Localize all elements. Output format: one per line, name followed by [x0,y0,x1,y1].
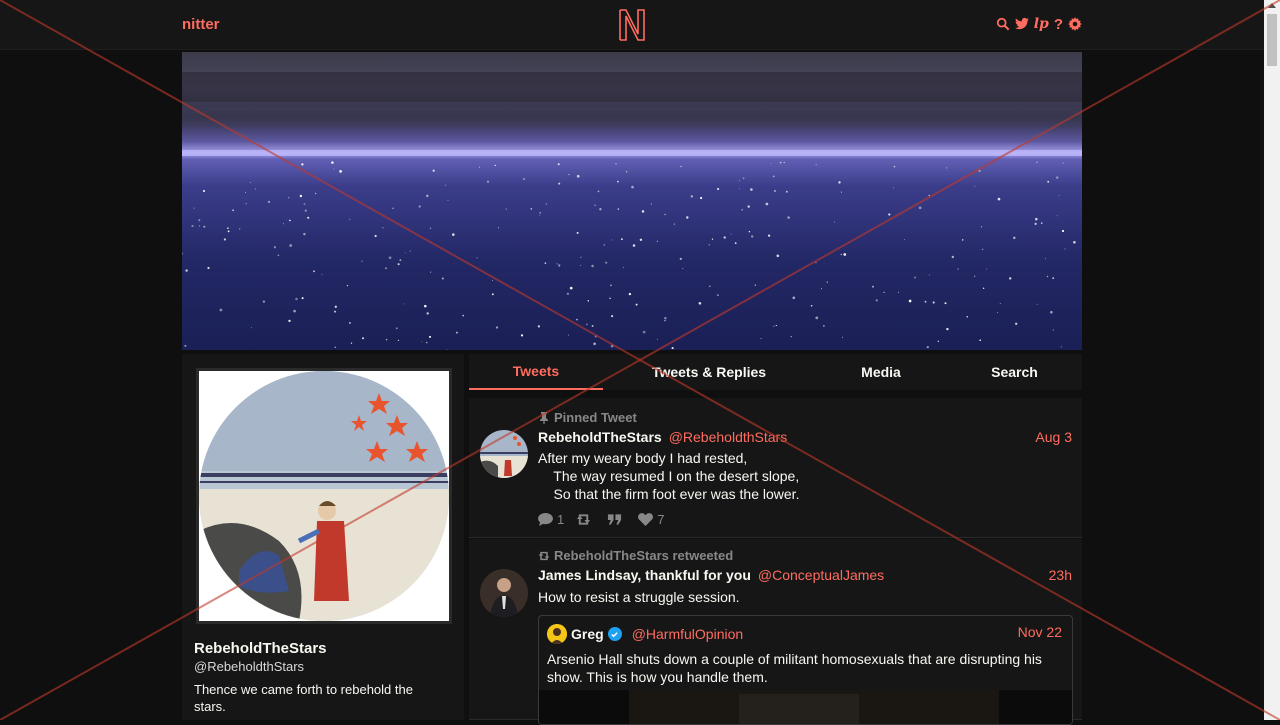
gear-icon[interactable] [1068,16,1082,32]
nitter-logo-icon[interactable] [617,8,647,42]
twitter-bird-icon[interactable] [1014,16,1029,32]
reply-count: 1 [557,512,565,527]
quote-fullname[interactable]: Greg [571,626,604,642]
starfield-image [182,72,1082,350]
timeline: Tweets Tweets & Replies Media Search Pin… [469,354,1082,725]
retweet-icon [577,514,591,525]
help-icon[interactable]: ? [1054,16,1063,33]
quoted-tweet[interactable]: Greg @HarmfulOpinion Nov 22 Arsenio Hall… [538,615,1073,725]
scrollbar[interactable] [1264,0,1280,720]
retweet-header: RebeholdTheStars retweeted [538,548,733,563]
retweet-icon [538,551,550,560]
pinned-tweet-text: Pinned Tweet [554,410,637,425]
tweet-date[interactable]: 23h [1049,567,1072,583]
tweet-header: James Lindsay, thankful for you @Concept… [538,567,884,583]
profile-card: RebeholdTheStars @RebeholdthStars Thence… [182,354,464,720]
quote-header: Greg @HarmfulOpinion [547,624,743,644]
nav-icons: lp ? [996,16,1082,33]
tweet-date[interactable]: Aug 3 [1035,429,1072,445]
reply-stat[interactable]: 1 [538,512,564,527]
tweet-header: RebeholdTheStars @RebeholdthStars [538,429,787,445]
retweet-stat[interactable] [576,513,595,526]
navbar: nitter lp ? [0,0,1264,50]
scrollbar-thumb[interactable] [1267,14,1277,66]
profile-avatar[interactable] [196,368,452,624]
like-stat[interactable]: 7 [638,512,664,527]
quote-content: Arsenio Hall shuts down a couple of mili… [547,651,1042,685]
profile-fullname[interactable]: RebeholdTheStars [194,640,327,657]
scroll-up-arrow-icon[interactable] [1268,3,1276,8]
quote-icon [608,514,622,525]
tweet-fullname[interactable]: RebeholdTheStars [538,429,662,445]
tweet-avatar[interactable] [480,430,528,478]
tweet-username[interactable]: @ConceptualJames [758,567,884,583]
tweet-content: How to resist a struggle session. [538,589,740,605]
like-count: 7 [657,512,665,527]
tab-bar: Tweets Tweets & Replies Media Search [469,354,1082,390]
tab-media[interactable]: Media [815,354,947,390]
tweet-stats: 1 7 [538,512,664,527]
comment-icon [538,513,553,526]
quote-date[interactable]: Nov 22 [1018,624,1062,640]
tab-search[interactable]: Search [947,354,1082,390]
profile-username[interactable]: @RebeholdthStars [194,659,304,674]
lp-icon[interactable]: lp [1034,16,1049,32]
quote-username[interactable]: @HarmfulOpinion [632,626,743,642]
tweet-fullname[interactable]: James Lindsay, thankful for you [538,567,751,583]
pin-icon [540,411,548,424]
heart-icon [638,513,654,526]
profile-bio: Thence we came forth to rebehold the sta… [194,682,413,714]
quote-avatar[interactable] [547,624,567,644]
tab-tweets-and-replies[interactable]: Tweets & Replies [603,354,815,390]
pinned-label: Pinned Tweet [538,410,637,425]
timeline-tweet[interactable]: RebeholdTheStars retweeted James Lindsay… [469,539,1082,725]
nav-brand-link[interactable]: nitter [182,16,220,33]
tweet-content: After my weary body I had rested, The wa… [538,450,800,502]
retweeted-by-text: RebeholdTheStars retweeted [554,548,734,563]
quote-stat[interactable] [607,513,626,526]
verified-badge-icon [607,627,622,641]
tweet-username[interactable]: @RebeholdthStars [669,429,788,445]
tab-tweets[interactable]: Tweets [469,354,603,390]
profile-banner[interactable] [182,52,1082,350]
search-icon[interactable] [996,16,1010,32]
timeline-tweet[interactable]: Pinned Tweet RebeholdTheStars @Rebeholdt… [469,398,1082,538]
tweet-avatar[interactable] [480,569,528,617]
